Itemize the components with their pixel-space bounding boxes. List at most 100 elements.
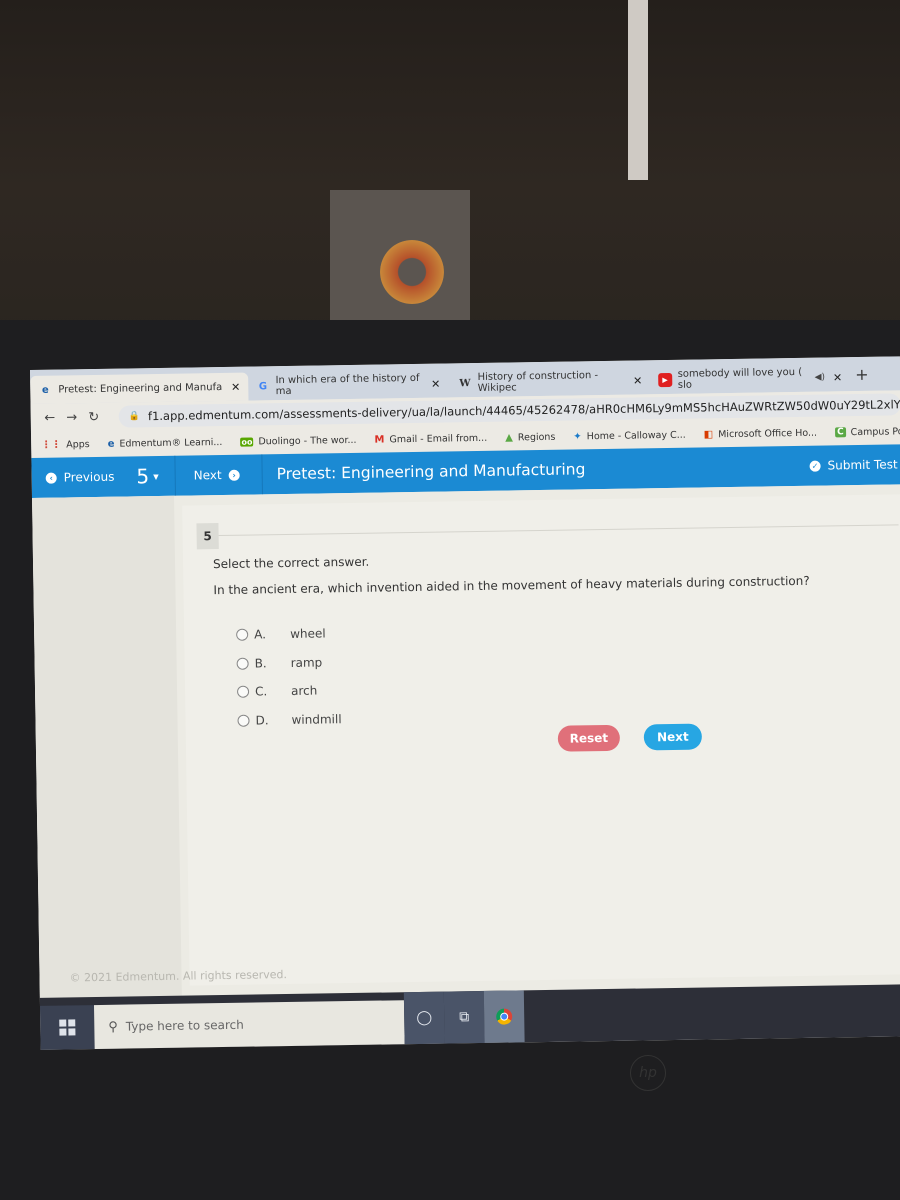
background-wreath	[380, 240, 444, 304]
next-button[interactable]: Next	[643, 723, 703, 751]
bookmark-label: Regions	[517, 431, 556, 443]
option-text: windmill	[291, 711, 342, 727]
question-number-badge: 5	[196, 523, 219, 550]
option-letter: D.	[255, 713, 269, 728]
chevron-right-icon: ›	[228, 469, 240, 481]
background-light	[628, 0, 648, 180]
youtube-icon: ▶	[658, 372, 672, 388]
bookmark-label: Microsoft Office Ho...	[718, 427, 818, 440]
tab-title: In which era of the history of ma	[275, 372, 420, 398]
gmail-icon: M	[374, 433, 385, 446]
question-number-dropdown[interactable]: 5 ▾	[136, 464, 159, 488]
lock-icon: 🔒	[128, 411, 141, 422]
radio-button[interactable]	[237, 714, 250, 727]
tab-google-search[interactable]: G In which era of the history of ma ✕	[248, 369, 448, 400]
submit-label: Submit Test	[827, 457, 898, 473]
reset-button[interactable]: Reset	[557, 724, 621, 752]
radio-button[interactable]	[236, 685, 250, 699]
bookmark-label: Campus Porta	[850, 425, 900, 438]
apps-grid-icon: ⋮⋮	[41, 439, 62, 451]
option-letter: A.	[254, 627, 267, 642]
search-placeholder: Type here to search	[125, 1017, 244, 1034]
audio-playing-icon[interactable]: ◀)	[814, 373, 825, 383]
previous-label: Previous	[63, 469, 115, 485]
answer-option-b[interactable]: B. ramp	[236, 648, 340, 678]
left-pane	[32, 495, 182, 998]
assessment-content: 5 Select the correct answer. In the anci…	[32, 484, 900, 998]
next-question-button[interactable]: Next ›	[193, 468, 240, 483]
url-text: f1.app.edmentum.com/assessments-delivery…	[147, 396, 900, 424]
question-panel: 5 Select the correct answer. In the anci…	[182, 494, 900, 986]
test-title: Pretest: Engineering and Manufacturing	[261, 449, 586, 495]
calloway-icon: ✦	[573, 430, 582, 442]
tab-title: Pretest: Engineering and Manufa	[58, 381, 223, 396]
laptop-screen: e Pretest: Engineering and Manufa ✕ G In…	[30, 356, 900, 1050]
bookmark-regions[interactable]: ▲ Regions	[505, 431, 555, 443]
answer-options: A. wheel B. ramp C. arch D. windmill	[236, 619, 342, 735]
bookmark-campus-portal[interactable]: C Campus Porta	[834, 425, 900, 438]
task-view-icon[interactable]: ⧉	[443, 990, 485, 1044]
bookmark-edmentum[interactable]: e Edmentum® Learni...	[108, 436, 223, 449]
current-question-number: 5	[136, 464, 150, 489]
check-circle-icon: ✓	[809, 460, 821, 472]
close-tab-icon[interactable]: ✕	[231, 380, 240, 393]
answer-option-a[interactable]: A. wheel	[236, 619, 340, 649]
radio-button[interactable]	[236, 657, 249, 670]
option-text: wheel	[290, 626, 326, 642]
next-label: Next	[193, 468, 222, 483]
bookmark-label: Gmail - Email from...	[389, 432, 488, 445]
answer-option-d[interactable]: D. windmill	[237, 705, 342, 735]
bookmark-label: Home - Calloway C...	[586, 429, 686, 442]
hp-logo: hp	[630, 1055, 666, 1091]
tab-wikipedia[interactable]: W History of construction - Wikipec ✕	[450, 366, 650, 397]
background-room-photo	[0, 0, 900, 340]
question-text: In the ancient era, which invention aide…	[213, 573, 810, 598]
question-actions: Reset Next	[557, 723, 703, 752]
option-text: arch	[290, 683, 318, 699]
taskbar-icons: ◯ ⧉	[403, 990, 525, 1045]
bookmark-microsoft-office[interactable]: ◧ Microsoft Office Ho...	[704, 427, 817, 440]
question-instruction: Select the correct answer.	[212, 554, 370, 572]
bookmark-gmail[interactable]: M Gmail - Email from...	[374, 432, 487, 445]
wikipedia-icon: W	[459, 377, 471, 389]
chevron-down-icon: ▾	[153, 469, 159, 483]
divider	[174, 455, 176, 496]
campus-portal-icon: C	[834, 427, 846, 438]
bookmark-label: Apps	[66, 438, 90, 450]
edmentum-icon: e	[107, 438, 115, 450]
divider	[218, 524, 899, 537]
submit-test-button[interactable]: ✓ Submit Test	[809, 457, 898, 473]
chrome-taskbar-button[interactable]	[483, 990, 525, 1043]
search-icon: ⚲	[108, 1019, 118, 1035]
cortana-icon[interactable]: ◯	[403, 991, 445, 1045]
bookmark-duolingo[interactable]: oo Duolingo - The wor...	[240, 434, 357, 447]
bookmark-calloway[interactable]: ✦ Home - Calloway C...	[573, 429, 686, 442]
bookmark-apps[interactable]: ⋮⋮ Apps	[41, 439, 90, 451]
bookmark-label: Duolingo - The wor...	[258, 434, 357, 447]
previous-button[interactable]: ‹ Previous	[45, 469, 115, 485]
taskbar-search[interactable]: ⚲ Type here to search	[93, 1000, 405, 1050]
office-icon: ◧	[703, 428, 714, 440]
bookmark-label: Edmentum® Learni...	[119, 436, 223, 450]
reload-icon[interactable]: ↻	[83, 409, 105, 424]
option-text: ramp	[290, 655, 323, 670]
chevron-left-icon: ‹	[45, 472, 57, 484]
close-tab-icon[interactable]: ✕	[633, 374, 642, 387]
option-letter: B.	[254, 656, 267, 671]
regions-icon: ▲	[505, 431, 513, 444]
back-arrow-icon[interactable]: ←	[39, 410, 61, 425]
google-icon: G	[258, 380, 268, 392]
option-letter: C.	[254, 684, 268, 699]
close-tab-icon[interactable]: ✕	[833, 371, 842, 384]
tab-title: somebody will love you ( slo	[677, 366, 803, 391]
new-tab-button[interactable]: +	[855, 365, 869, 384]
answer-option-c[interactable]: C. arch	[236, 676, 341, 706]
start-button[interactable]	[39, 1005, 95, 1050]
tab-title: History of construction - Wikipec	[477, 370, 599, 394]
forward-arrow-icon[interactable]: →	[61, 410, 83, 425]
tab-pretest[interactable]: e Pretest: Engineering and Manufa ✕	[30, 372, 249, 404]
edmentum-icon: e	[41, 384, 49, 396]
radio-button[interactable]	[236, 628, 249, 642]
tab-youtube[interactable]: ▶ somebody will love you ( slo ◀) ✕	[650, 363, 850, 394]
close-tab-icon[interactable]: ✕	[431, 377, 440, 390]
